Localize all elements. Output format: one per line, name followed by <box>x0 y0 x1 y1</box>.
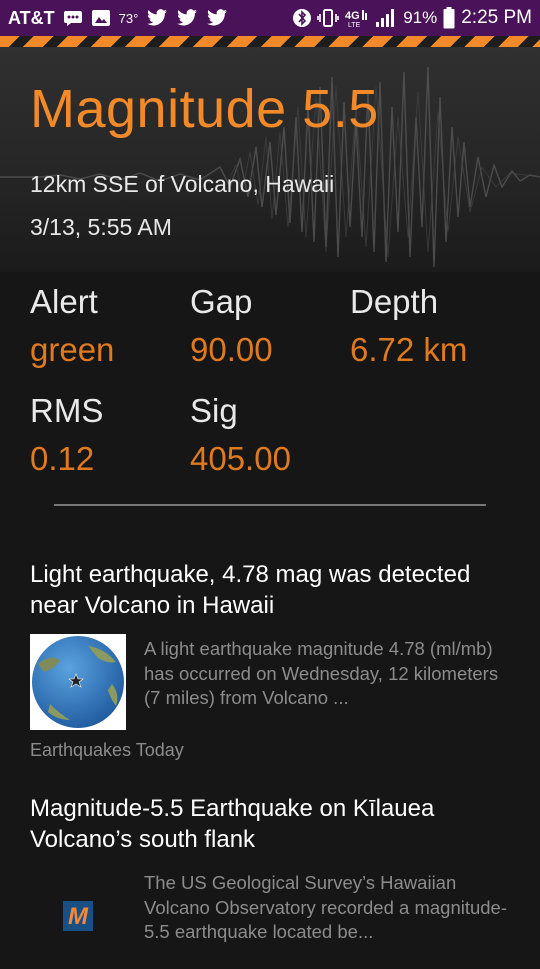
stat-gap: Gap 90.00 <box>190 283 340 369</box>
stat-alert: Alert green <box>30 283 180 369</box>
twitter-icon <box>146 9 168 27</box>
news-source: Earthquakes Today <box>30 740 184 760</box>
stat-value: 0.12 <box>30 440 95 477</box>
stat-value: 405.00 <box>190 440 291 477</box>
status-bar: AT&T 73° 4G LTE 91% 2:25 PM <box>0 0 540 36</box>
gallery-icon <box>91 9 111 27</box>
location-label: 12km SSE of Volcano, Hawaii <box>30 171 335 197</box>
svg-text:4G: 4G <box>345 10 360 22</box>
news-title[interactable]: Light earthquake, 4.78 mag was detected … <box>30 559 490 621</box>
stat-label: Gap <box>190 283 253 320</box>
divider <box>54 504 486 506</box>
carrier-label: AT&T <box>8 7 55 28</box>
bluetooth-icon <box>293 8 312 28</box>
news-title[interactable]: Magnitude-5.5 Earthquake on Kīlauea Volc… <box>30 793 490 855</box>
stat-value: 6.72 km <box>350 331 468 368</box>
svg-text:M: M <box>68 903 89 930</box>
twitter-icon <box>176 9 198 27</box>
temperature-label: 73° <box>118 10 139 26</box>
signal-icon <box>375 8 397 28</box>
news-snippet: A light earthquake magnitude 4.78 (ml/mb… <box>144 638 499 708</box>
news-snippet: The US Geological Survey’s Hawaiian Volc… <box>144 872 508 942</box>
messages-icon <box>63 10 83 26</box>
svg-text:LTE: LTE <box>348 22 361 28</box>
globe-map-icon[interactable] <box>30 634 126 730</box>
stat-depth: Depth 6.72 km <box>350 283 500 369</box>
clock: 2:25 PM <box>461 7 532 28</box>
twitter-icon <box>206 9 228 27</box>
datetime-label: 3/13, 5:55 AM <box>30 214 172 240</box>
stat-label: Depth <box>350 283 439 320</box>
battery-percent: 91% <box>403 8 438 27</box>
stat-value: green <box>30 331 115 368</box>
stat-sig: Sig 405.00 <box>190 392 340 478</box>
lte-icon: 4G LTE <box>345 8 369 28</box>
hazard-stripe <box>0 36 540 47</box>
quake-header: Magnitude 5.5 12km SSE of Volcano, Hawai… <box>0 47 540 272</box>
stat-label: RMS <box>30 392 104 429</box>
stat-value: 90.00 <box>190 331 273 368</box>
battery-icon <box>443 7 455 29</box>
stat-label: Sig <box>190 392 238 429</box>
vibrate-icon <box>317 8 340 28</box>
stat-rms: RMS 0.12 <box>30 392 180 478</box>
publisher-logo-icon[interactable]: M <box>30 868 126 964</box>
stat-label: Alert <box>30 283 98 320</box>
magnitude-title: Magnitude 5.5 <box>30 79 379 139</box>
